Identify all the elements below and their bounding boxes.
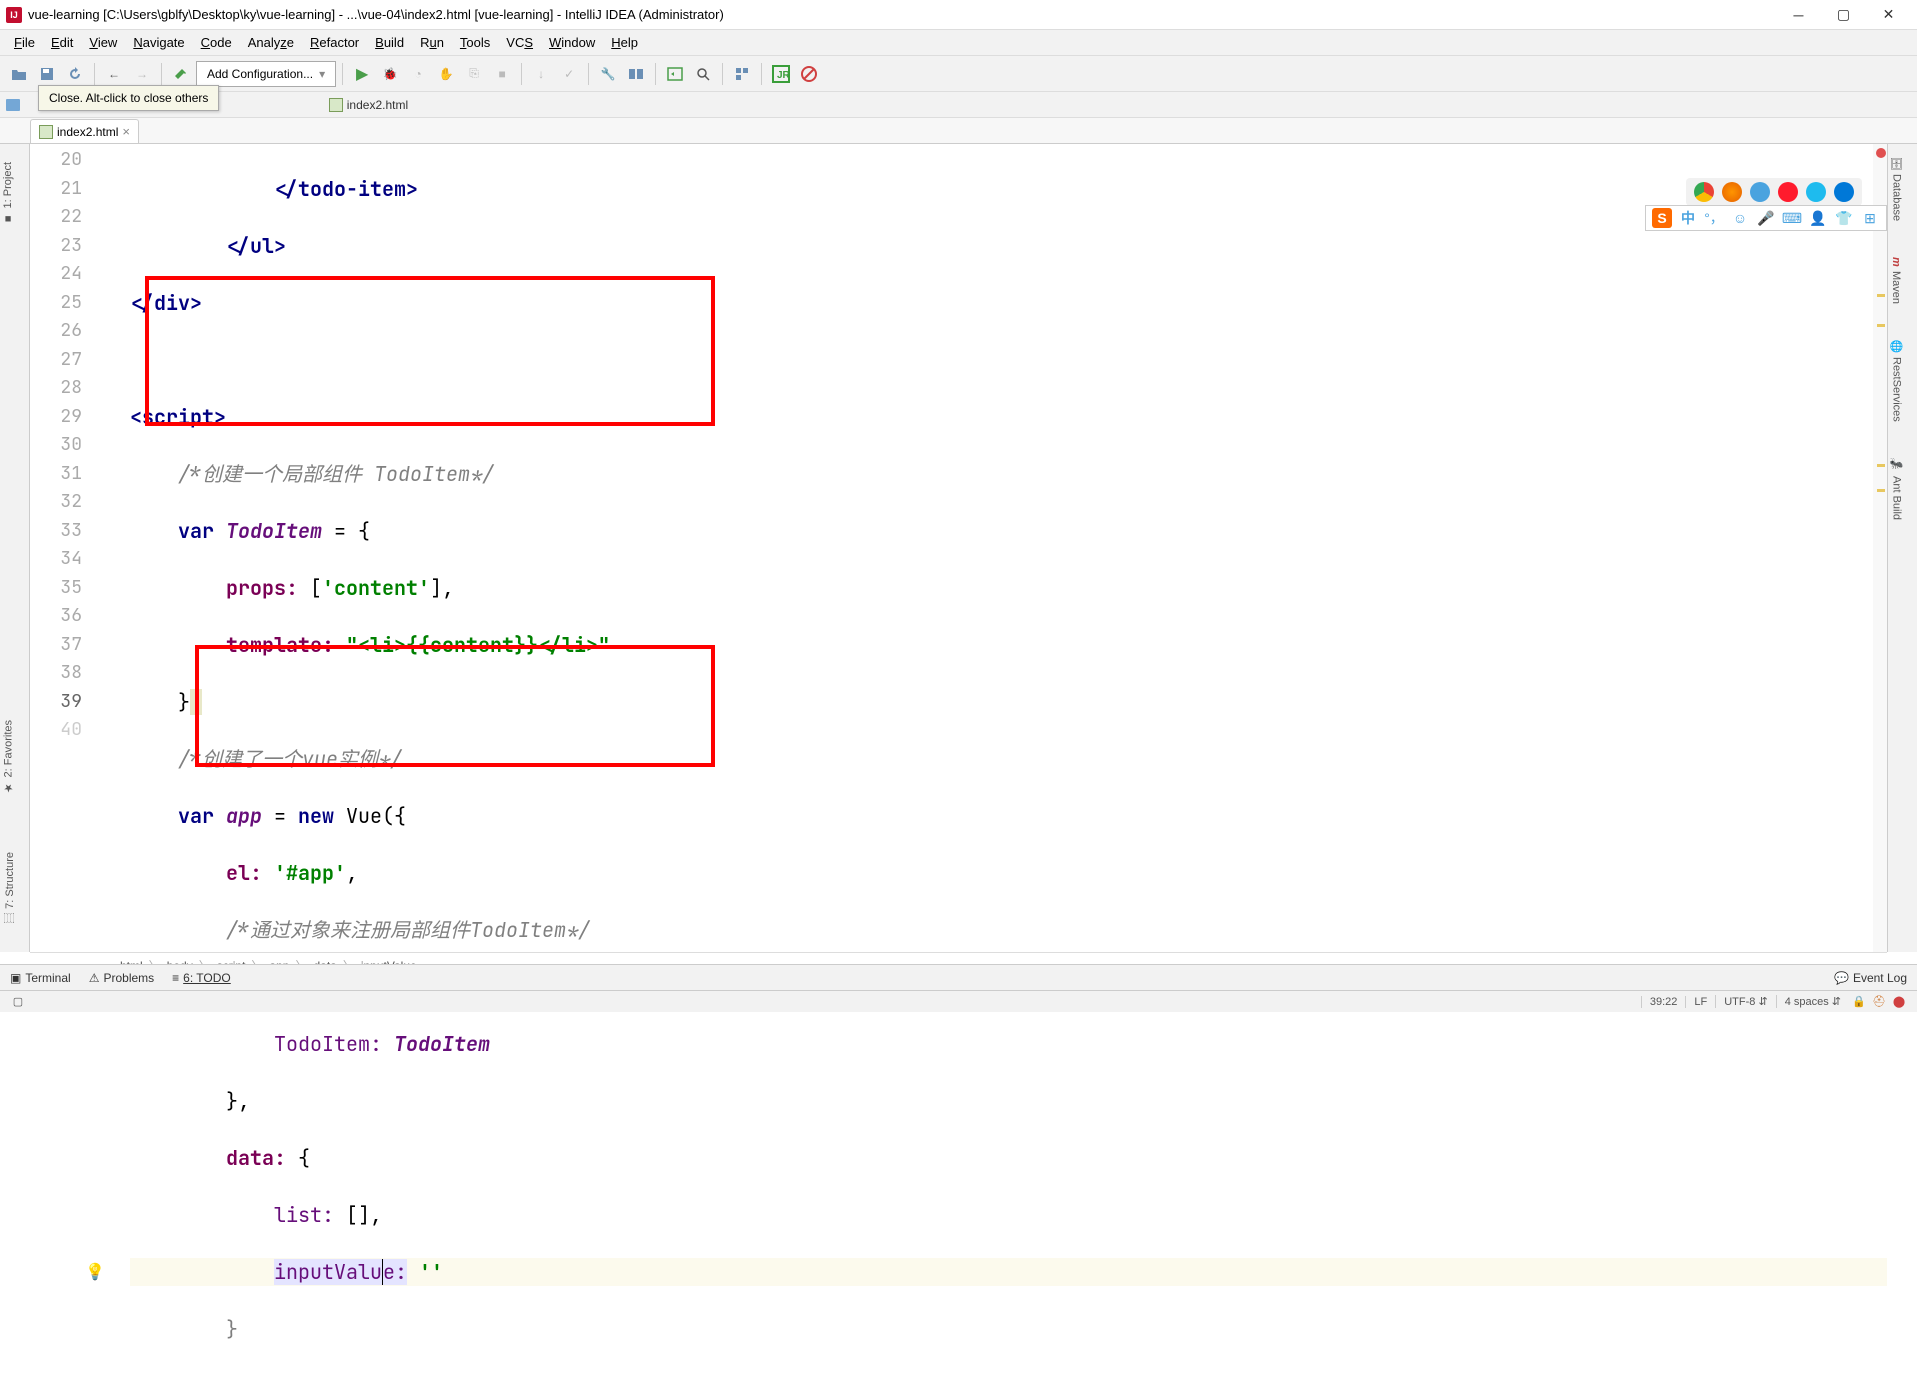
hat-icon[interactable]: ⛑ xyxy=(1872,995,1886,1009)
tool-terminal[interactable]: ▣Terminal xyxy=(10,971,71,985)
ime-mic-icon[interactable]: 🎤 xyxy=(1756,208,1776,228)
browser-preview-bar xyxy=(1686,178,1862,206)
wrench-icon[interactable]: 🔧 xyxy=(595,61,621,87)
attach-icon[interactable]: ⎘ xyxy=(461,61,487,87)
structure-toggle-icon[interactable] xyxy=(729,61,755,87)
menu-build[interactable]: Build xyxy=(367,32,412,53)
firefox-icon[interactable] xyxy=(1722,182,1742,202)
maximize-button[interactable]: ▢ xyxy=(1821,0,1866,30)
ime-keyboard-icon[interactable]: ⌨ xyxy=(1782,208,1802,228)
ime-lang[interactable]: 中 xyxy=(1678,208,1698,228)
menu-refactor[interactable]: Refactor xyxy=(302,32,367,53)
menu-vcs[interactable]: VCS xyxy=(498,32,541,53)
tool-favorites[interactable]: ★ 2: Favorites xyxy=(0,712,17,802)
tool-project[interactable]: ■ 1: Project xyxy=(0,154,16,232)
alert-icon[interactable]: ⬤ xyxy=(1892,995,1906,1009)
menu-code[interactable]: Code xyxy=(193,32,240,53)
minimize-button[interactable]: ─ xyxy=(1776,0,1821,30)
error-indicator[interactable] xyxy=(1876,148,1886,158)
vcs-commit-icon[interactable]: ✓ xyxy=(556,61,582,87)
menu-help[interactable]: Help xyxy=(603,32,646,53)
app-icon: IJ xyxy=(6,7,22,23)
back-icon[interactable]: ← xyxy=(101,61,127,87)
tooltip-close-tab: Close. Alt-click to close others xyxy=(38,85,219,111)
ime-tools-icon[interactable]: ⊞ xyxy=(1860,208,1880,228)
jrebel-icon[interactable]: JR xyxy=(768,61,794,87)
coverage-icon[interactable]: ◔ xyxy=(405,61,431,87)
forward-icon[interactable]: → xyxy=(129,61,155,87)
open-icon[interactable] xyxy=(6,61,32,87)
menu-edit[interactable]: Edit xyxy=(43,32,81,53)
nav-file[interactable]: index2.html xyxy=(329,98,408,112)
statusbar: ▢ 39:22 LF UTF-8 ⇵ 4 spaces ⇵ 🔒 ⛑ ⬤ xyxy=(0,990,1917,1012)
bottom-toolbar: ▣Terminal ⚠Problems ≡6: TODO 💬Event Log xyxy=(0,964,1917,990)
sogou-icon[interactable]: S xyxy=(1652,208,1672,228)
gutter: 20212223 24252627 28293031 32333435 3637… xyxy=(30,144,100,952)
status-enc[interactable]: UTF-8 ⇵ xyxy=(1715,995,1775,1008)
marker-strip[interactable] xyxy=(1873,144,1887,952)
ime-emoji-icon[interactable]: ☺ xyxy=(1730,208,1750,228)
editor-tabs: index2.html × xyxy=(0,118,1917,144)
hammer-icon[interactable] xyxy=(168,61,194,87)
left-tool-strip: ■ 1: Project ★ 2: Favorites ⿲ 7: Structu… xyxy=(0,144,30,952)
chrome-icon[interactable] xyxy=(1694,182,1714,202)
run-anything-icon[interactable] xyxy=(662,61,688,87)
menu-file[interactable]: File xyxy=(6,32,43,53)
tool-rest[interactable]: 🌐 RestServices xyxy=(1888,332,1905,430)
safari-icon[interactable] xyxy=(1750,182,1770,202)
editor[interactable]: 20212223 24252627 28293031 32333435 3637… xyxy=(30,144,1887,952)
right-tool-strip: 🗄 Database m Maven 🌐 RestServices 🐜 Ant … xyxy=(1887,144,1917,952)
menu-analyze[interactable]: Analyze xyxy=(240,32,302,53)
ime-punct-icon[interactable]: °， xyxy=(1704,208,1724,228)
html-file-icon xyxy=(39,125,53,139)
search-icon[interactable] xyxy=(690,61,716,87)
refresh-icon[interactable] xyxy=(62,61,88,87)
opera-icon[interactable] xyxy=(1778,182,1798,202)
profile-icon[interactable]: ✋ xyxy=(433,61,459,87)
lock-icon[interactable]: 🔒 xyxy=(1852,995,1866,1009)
run-icon[interactable]: ▶ xyxy=(349,61,375,87)
menubar: File Edit View Navigate Code Analyze Ref… xyxy=(0,30,1917,56)
menu-navigate[interactable]: Navigate xyxy=(125,32,192,53)
project-structure-icon[interactable] xyxy=(623,61,649,87)
code-area[interactable]: </todo-item> </ul> </div> <script> /*创建一… xyxy=(100,144,1887,952)
vcs-update-icon[interactable]: ↓ xyxy=(528,61,554,87)
disable-icon[interactable] xyxy=(796,61,822,87)
svg-text:JR: JR xyxy=(777,70,790,81)
edge-icon[interactable] xyxy=(1834,182,1854,202)
status-pos[interactable]: 39:22 xyxy=(1641,996,1686,1008)
close-window-button[interactable]: ✕ xyxy=(1866,0,1911,30)
menu-view[interactable]: View xyxy=(81,32,125,53)
window-title: vue-learning [C:\Users\gblfy\Desktop\ky\… xyxy=(28,7,1776,22)
menu-tools[interactable]: Tools xyxy=(452,32,498,53)
toolbar: ← → Add Configuration...▾ ▶ 🐞 ◔ ✋ ⎘ ■ ↓ … xyxy=(0,56,1917,92)
menu-run[interactable]: Run xyxy=(412,32,452,53)
status-tool-icon[interactable]: ▢ xyxy=(11,995,25,1009)
status-indent[interactable]: 4 spaces ⇵ xyxy=(1776,995,1849,1008)
tool-database[interactable]: 🗄 Database xyxy=(1888,148,1905,229)
stop-icon[interactable]: ■ xyxy=(489,61,515,87)
save-icon[interactable] xyxy=(34,61,60,87)
titlebar: IJ vue-learning [C:\Users\gblfy\Desktop\… xyxy=(0,0,1917,30)
tool-maven[interactable]: m Maven xyxy=(1888,249,1904,312)
navbar: vue-learning 〉 vue-04 index2.html xyxy=(0,92,1917,118)
tab-label: index2.html xyxy=(57,125,118,139)
tool-event-log[interactable]: 💬Event Log xyxy=(1834,971,1907,985)
ime-user-icon[interactable]: 👤 xyxy=(1808,208,1828,228)
run-config-dropdown[interactable]: Add Configuration...▾ xyxy=(196,61,336,87)
ime-skin-icon[interactable]: 👕 xyxy=(1834,208,1854,228)
ie-icon[interactable] xyxy=(1806,182,1826,202)
close-tab-icon[interactable]: × xyxy=(122,124,130,139)
menu-window[interactable]: Window xyxy=(541,32,603,53)
tool-todo[interactable]: ≡6: TODO xyxy=(172,971,231,985)
status-le[interactable]: LF xyxy=(1685,996,1715,1008)
tool-problems[interactable]: ⚠Problems xyxy=(89,971,154,985)
tab-index2[interactable]: index2.html × xyxy=(30,119,139,143)
ime-toolbar: S 中 °， ☺ 🎤 ⌨ 👤 👕 ⊞ xyxy=(1645,205,1887,231)
debug-icon[interactable]: 🐞 xyxy=(377,61,403,87)
tool-structure[interactable]: ⿲ 7: Structure xyxy=(0,844,20,932)
tool-ant[interactable]: 🐜 Ant Build xyxy=(1888,450,1905,527)
